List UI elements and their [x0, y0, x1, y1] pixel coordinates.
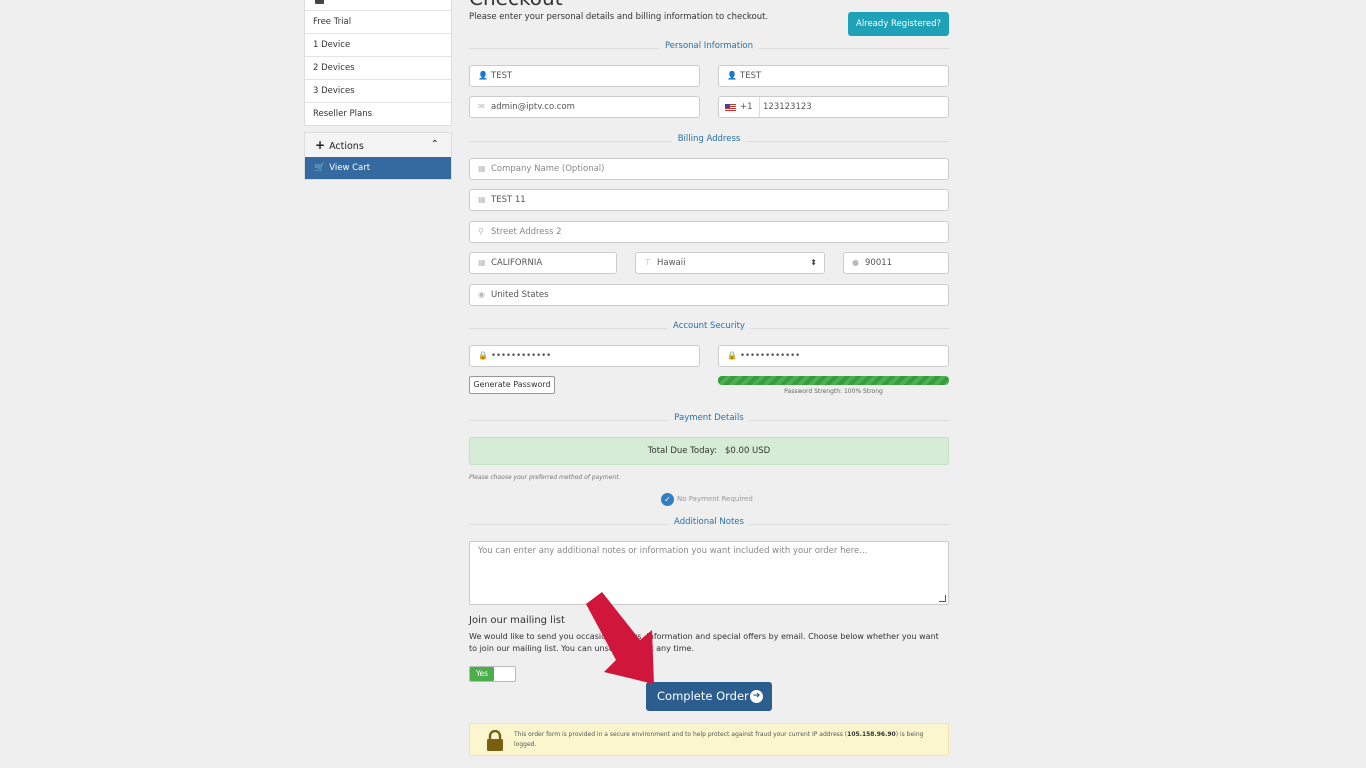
user-icon: 👤 [478, 71, 488, 80]
sidebar-item-2-devices[interactable]: 2 Devices [305, 56, 451, 79]
total-due-box: Total Due Today: $0.00 USD [469, 437, 949, 465]
mailing-list-toggle[interactable]: Yes [469, 666, 516, 682]
address2-placeholder: Street Address 2 [491, 227, 562, 237]
country-select[interactable]: ◉ United States [469, 284, 949, 306]
actions-header[interactable]: + Actions ⌃ [305, 133, 451, 157]
phone-field[interactable]: +1 123123123 [718, 96, 949, 118]
view-cart-link[interactable]: 🛒 View Cart [305, 157, 451, 179]
toggle-yes-label: Yes [470, 667, 494, 681]
certificate-icon: ● [852, 258, 859, 267]
phone-country-code[interactable]: +1 [740, 97, 753, 117]
building-icon: ▦ [478, 258, 486, 267]
category-icon [315, 0, 324, 4]
sidebar-item-1-device[interactable]: 1 Device [305, 33, 451, 56]
cart-icon: 🛒 [314, 163, 326, 173]
generate-password-button[interactable]: Generate Password [469, 376, 555, 394]
company-name-field[interactable]: ▦ Company Name (Optional) [469, 158, 949, 180]
us-flag-icon[interactable] [725, 104, 736, 111]
company-placeholder: Company Name (Optional) [491, 164, 605, 174]
state-value: Hawaii [657, 258, 686, 268]
secure-notice-text: This order form is provided in a secure … [514, 730, 934, 750]
total-due-label: Total Due Today: [647, 446, 718, 456]
ip-address: 105.158.96.90 [847, 731, 896, 738]
actions-label: Actions [329, 141, 364, 152]
already-registered-button[interactable]: Already Registered? [848, 12, 949, 36]
email-value: admin@iptv.co.com [491, 102, 575, 112]
confirm-password-field[interactable]: 🔒 •••••••••••• [718, 345, 949, 367]
phone-value: 123123123 [763, 102, 812, 112]
lock-icon: 🔒 [727, 351, 737, 360]
building-icon: ▦ [478, 195, 486, 204]
page-title: Checkout [469, 0, 563, 10]
section-title: Account Security [667, 321, 751, 331]
last-name-value: TEST [740, 71, 762, 81]
padlock-icon [487, 730, 503, 751]
password-strength-text: Password Strength: 100% Strong [784, 388, 883, 395]
arrow-circle-right-icon: ➜ [750, 690, 763, 703]
no-payment-option[interactable]: ✓ No Payment Required [661, 492, 753, 506]
mailing-list-title: Join our mailing list [469, 615, 565, 626]
payment-instruction: Please choose your preferred method of p… [469, 474, 621, 481]
first-name-field[interactable]: 👤 TEST [469, 65, 700, 87]
postcode-value: 90011 [865, 258, 893, 268]
additional-notes-textarea[interactable]: You can enter any additional notes or in… [469, 541, 949, 605]
sidebar-item-free-trial[interactable]: Free Trial [305, 10, 451, 33]
total-due-value: $0.00 USD [725, 446, 771, 456]
secure-notice: This order form is provided in a secure … [469, 723, 949, 756]
actions-panel: + Actions ⌃ 🛒 View Cart [304, 132, 452, 180]
email-field[interactable]: ✉ admin@iptv.co.com [469, 96, 700, 118]
city-value: CALIFORNIA [491, 258, 543, 268]
street-address-2-field[interactable]: ⚲ Street Address 2 [469, 221, 949, 243]
mailing-list-text: We would like to send you occasional new… [469, 632, 939, 653]
notes-placeholder: You can enter any additional notes or in… [478, 546, 868, 556]
resize-handle-icon[interactable] [939, 595, 946, 602]
street-address-field[interactable]: ▦ TEST 11 [469, 189, 949, 211]
first-name-value: TEST [491, 71, 513, 81]
no-payment-label: No Payment Required [677, 495, 753, 503]
city-field[interactable]: ▦ CALIFORNIA [469, 252, 617, 274]
building-icon: ▦ [478, 164, 486, 173]
complete-order-label: Complete Order [657, 689, 749, 703]
plus-icon: + [315, 138, 326, 152]
chevron-up-icon[interactable]: ⌃ [431, 133, 439, 157]
section-additional-notes: Additional Notes [469, 517, 949, 531]
page-subtitle: Please enter your personal details and b… [469, 12, 769, 22]
password-strength-bar [718, 376, 949, 385]
address1-value: TEST 11 [491, 195, 526, 205]
map-marker-icon: ⚲ [478, 227, 484, 236]
sidebar-item-reseller-plans[interactable]: Reseller Plans [305, 102, 451, 125]
postcode-field[interactable]: ● 90011 [843, 252, 949, 274]
section-title: Payment Details [668, 413, 750, 423]
sidebar-item-3-devices[interactable]: 3 Devices [305, 79, 451, 102]
password-field[interactable]: 🔒 •••••••••••• [469, 345, 700, 367]
sidebar-categories: Free Trial 1 Device 2 Devices 3 Devices … [304, 0, 452, 126]
section-payment-details: Payment Details [469, 413, 949, 427]
section-title: Additional Notes [668, 517, 750, 527]
last-name-field[interactable]: 👤 TEST [718, 65, 949, 87]
country-value: United States [491, 290, 549, 300]
map-signs-icon: ⊤ [644, 258, 651, 267]
section-title: Personal Information [658, 41, 760, 51]
sidebar-item-partial [305, 0, 451, 10]
globe-icon: ◉ [478, 290, 485, 299]
confirm-password-mask: •••••••••••• [740, 351, 801, 361]
state-select[interactable]: ⊤ Hawaii ⬍ [635, 252, 825, 274]
section-personal-information: Personal Information [469, 41, 949, 55]
password-mask: •••••••••••• [491, 351, 552, 361]
check-circle-icon[interactable]: ✓ [661, 492, 674, 506]
complete-order-button[interactable]: Complete Order ➜ [646, 682, 772, 711]
view-cart-label: View Cart [329, 163, 371, 173]
section-title: Billing Address [671, 134, 747, 144]
section-billing-address: Billing Address [469, 134, 949, 148]
lock-icon: 🔒 [478, 351, 488, 360]
select-arrows-icon: ⬍ [810, 258, 817, 267]
user-icon: 👤 [727, 71, 737, 80]
section-account-security: Account Security [469, 321, 949, 335]
secure-text-before: This order form is provided in a secure … [514, 731, 848, 738]
envelope-icon: ✉ [478, 102, 485, 111]
